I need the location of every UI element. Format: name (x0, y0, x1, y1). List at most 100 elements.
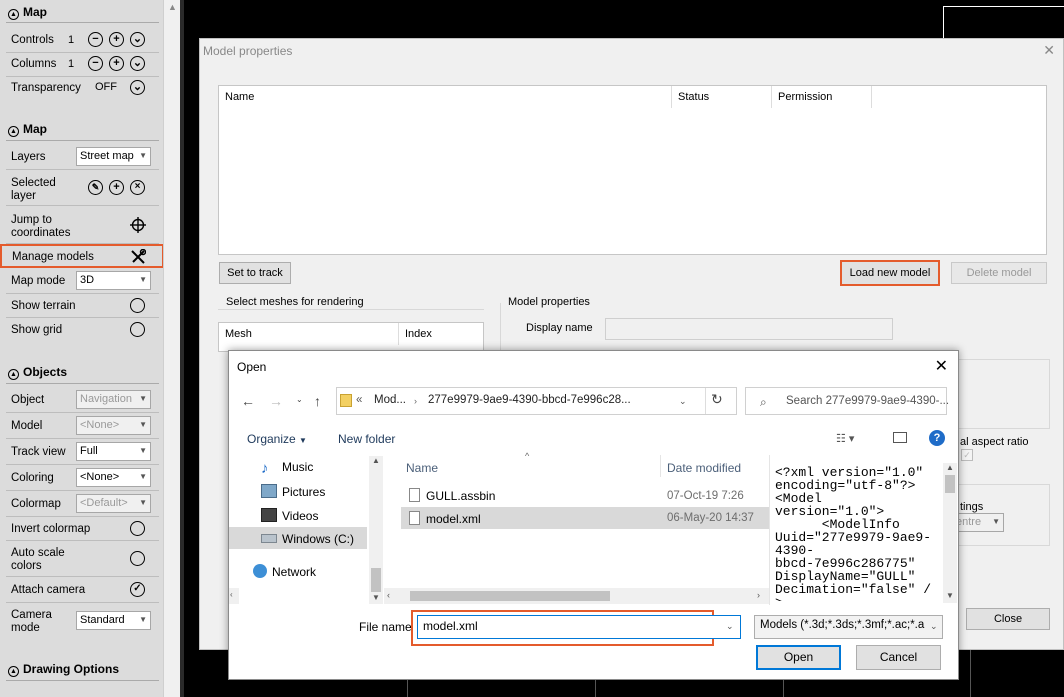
column-header-permission[interactable]: Permission (772, 86, 872, 108)
auto-scale-toggle[interactable] (130, 551, 145, 566)
scroll-down-icon[interactable]: ▼ (372, 593, 380, 602)
section-map-header[interactable]: ▲ Map (8, 122, 47, 137)
models-table[interactable]: Name Status Permission (218, 85, 1047, 255)
view-options-icon[interactable]: ☷ ▾ (836, 432, 854, 445)
chevron-down-icon[interactable]: ⌄ (679, 396, 687, 407)
manage-models-button[interactable]: Manage models (0, 244, 164, 268)
meshes-table[interactable]: Mesh Index (218, 322, 484, 352)
file-hscroll[interactable]: ‹ › (384, 588, 769, 604)
minus-icon[interactable]: − (88, 56, 103, 71)
display-name-input[interactable] (605, 318, 893, 340)
invert-colormap-toggle[interactable] (130, 521, 145, 536)
load-new-model-button[interactable]: Load new model (840, 260, 940, 286)
show-grid-toggle[interactable] (130, 322, 145, 337)
scroll-right-icon[interactable]: › (757, 590, 760, 600)
open-button[interactable]: Open (756, 645, 841, 670)
coloring-select[interactable]: <None> ▼ (76, 468, 151, 487)
plus-icon[interactable]: + (109, 32, 124, 47)
nav-network[interactable]: Network (253, 564, 316, 579)
attach-camera-checkbox[interactable]: ✓ (130, 582, 145, 597)
cancel-button[interactable]: Cancel (856, 645, 941, 670)
edit-icon[interactable]: ✎ (88, 180, 103, 195)
scroll-down-icon[interactable]: ▼ (946, 591, 954, 600)
layers-select[interactable]: Street map ▼ (76, 147, 151, 166)
splitter[interactable] (180, 0, 184, 697)
centre-select[interactable]: entre ▼ (952, 513, 1004, 532)
breadcrumb-item[interactable]: 277e9979-9ae9-4390-bbcd-7e996c28... (428, 394, 631, 406)
section-map-header[interactable]: ▲ Map (8, 5, 47, 20)
file-name-input[interactable]: model.xml (417, 615, 741, 639)
section-objects-header[interactable]: ▲ Objects (8, 365, 67, 380)
file-row[interactable]: model.xml (409, 511, 481, 526)
nav-windows-c[interactable]: Windows (C:) (261, 532, 354, 546)
chevron-down-icon[interactable]: ⌄ (130, 56, 145, 71)
up-icon[interactable]: ↑ (314, 393, 321, 409)
chevron-down-icon: ▼ (139, 275, 147, 284)
search-input[interactable]: ⌕ Search 277e9979-9ae9-4390-... (745, 387, 949, 415)
scroll-thumb[interactable] (945, 475, 955, 493)
crosshair-icon[interactable] (130, 217, 146, 233)
delete-model-button[interactable]: Delete model (951, 262, 1047, 284)
chevron-down-icon[interactable]: ⌄ (726, 621, 734, 632)
chevron-down-icon[interactable]: ⌄ (296, 395, 303, 404)
back-icon[interactable]: ← (241, 393, 255, 409)
nav-videos[interactable]: Videos (261, 508, 318, 523)
plus-icon[interactable]: + (109, 56, 124, 71)
column-header-index[interactable]: Index (399, 323, 483, 345)
chevron-down-icon[interactable]: ⌄ (130, 32, 145, 47)
new-folder-button[interactable]: New folder (338, 432, 395, 446)
column-header-mesh[interactable]: Mesh (219, 323, 399, 345)
chevron-down-icon: ▼ (299, 436, 307, 445)
section-drawing-header[interactable]: ▲ Drawing Options (8, 662, 119, 677)
colormap-select[interactable]: <Default> ▼ (76, 494, 151, 513)
nav-music[interactable]: ♪ Music (261, 460, 313, 477)
breadcrumb-overflow-icon[interactable]: « (356, 394, 362, 406)
scroll-left-icon[interactable]: ‹ (230, 590, 233, 599)
preview-pane-icon[interactable] (893, 432, 907, 443)
chevron-right-icon: › (414, 396, 417, 406)
model-select[interactable]: <None> ▼ (76, 416, 151, 435)
close-icon[interactable]: ✕ (935, 356, 948, 376)
help-icon[interactable]: ? (929, 430, 945, 446)
minus-icon[interactable]: − (88, 32, 103, 47)
file-type-select[interactable]: Models (*.3d;*.3ds;*.3mf;*.ac;*.a (754, 615, 943, 639)
scroll-thumb[interactable] (410, 591, 610, 601)
scroll-left-icon[interactable]: ‹ (387, 590, 390, 600)
column-header-status[interactable]: Status (672, 86, 772, 108)
show-terrain-toggle[interactable] (130, 298, 145, 313)
preview-scrollbar[interactable]: ▲ ▼ (943, 463, 957, 603)
chevron-down-icon[interactable]: ⌄ (130, 80, 145, 95)
breadcrumb-item[interactable]: Mod... (374, 394, 406, 406)
object-select[interactable]: Navigation ▼ (76, 390, 151, 409)
music-icon: ♪ (261, 460, 269, 477)
map-mode-select[interactable]: 3D ▼ (76, 271, 151, 290)
sidebar-scrollbar[interactable]: ▲ (163, 0, 180, 697)
track-view-select[interactable]: Full ▼ (76, 442, 151, 461)
column-header-date-modified[interactable]: Date modified (667, 461, 741, 475)
nav-pictures[interactable]: Pictures (261, 484, 325, 499)
collapse-icon: ▲ (8, 369, 19, 380)
close-icon[interactable]: ✕ (1043, 42, 1055, 59)
aspect-ratio-checkbox[interactable]: ✓ (961, 449, 973, 461)
scroll-up-icon[interactable]: ▲ (372, 456, 380, 465)
close-button[interactable]: Close (966, 608, 1050, 630)
map-mode-row: Map mode 3D ▼ (0, 268, 163, 294)
scroll-up-icon[interactable]: ▲ (946, 463, 954, 472)
column-header-name[interactable]: Name (406, 461, 438, 475)
file-row[interactable]: GULL.assbin (409, 488, 495, 503)
scroll-thumb[interactable] (371, 568, 381, 592)
set-to-track-button[interactable]: Set to track (219, 262, 291, 284)
chevron-down-icon: ▼ (139, 151, 147, 160)
close-icon[interactable]: × (130, 180, 145, 195)
nav-hscroll-left[interactable]: ‹ (229, 588, 239, 604)
plus-icon[interactable]: + (109, 180, 124, 195)
address-bar[interactable]: « Mod... › 277e9979-9ae9-4390-bbcd-7e996… (336, 387, 737, 415)
camera-mode-select[interactable]: Standard ▼ (76, 611, 151, 630)
forward-icon[interactable]: → (269, 393, 283, 409)
refresh-icon[interactable]: ↻ (711, 391, 723, 408)
organize-menu[interactable]: Organize ▼ (247, 432, 307, 446)
nav-scrollbar[interactable]: ▲ ▼ (369, 456, 383, 604)
scroll-up-icon[interactable]: ▲ (168, 2, 177, 12)
column-header-name[interactable]: Name (219, 86, 672, 108)
collapse-icon: ▲ (8, 126, 19, 137)
